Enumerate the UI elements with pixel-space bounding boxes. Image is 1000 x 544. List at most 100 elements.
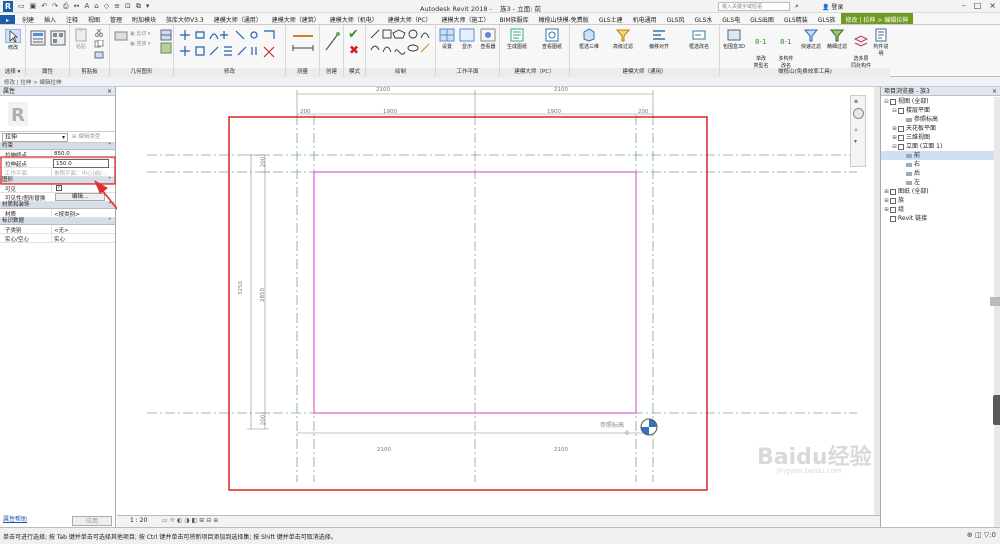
draw-tools-icons[interactable]	[369, 28, 433, 64]
tab-13[interactable]: 橄榄山快模-免费版	[534, 13, 594, 24]
search-icon[interactable]: ⌕	[795, 2, 799, 11]
tab-12[interactable]: BIM族服库	[495, 13, 534, 24]
precise-filter-button[interactable]: 精细过滤	[824, 28, 850, 50]
properties-icon[interactable]	[30, 30, 46, 46]
tab-5[interactable]: 附加模块	[127, 13, 161, 24]
join-geometry-label[interactable]: ▣ 连接 ▾	[130, 40, 150, 47]
tab-4[interactable]: 管理	[105, 13, 127, 24]
browser-node[interactable]: ⊞ 族	[881, 196, 1000, 205]
switch-windows-icon[interactable]: ⧉	[136, 2, 141, 11]
view-drawing-button[interactable]: 查看图纸	[536, 28, 568, 50]
minimize-button[interactable]: –	[962, 1, 966, 10]
view-scale[interactable]: 1 : 20	[130, 517, 147, 524]
browser-node[interactable]: ⊞ 组	[881, 205, 1000, 214]
tab-16[interactable]: GLS风	[662, 13, 690, 24]
component-desc-button[interactable]: 构件说明	[872, 28, 890, 57]
tab-0[interactable]: 创建	[17, 13, 39, 24]
3d-view-icon[interactable]: ⌂	[94, 2, 98, 10]
measure-icon[interactable]	[291, 30, 315, 56]
close-hidden-icon[interactable]: ⊡	[125, 2, 131, 10]
offset-align-button[interactable]: 偏移对齐	[644, 28, 674, 50]
chevron-down-icon[interactable]: ▾	[854, 138, 857, 145]
browser-node[interactable]: ⊟ 立面 (立面 1)	[881, 142, 1000, 151]
browser-node[interactable]: ⊟ 楼层平面	[881, 106, 1000, 115]
tab-22[interactable]: 修改 | 拉伸 > 编辑拉伸	[840, 13, 914, 24]
tab-3[interactable]: 视图	[83, 13, 105, 24]
level-name[interactable]: 参照标高	[600, 420, 624, 429]
tab-17[interactable]: GLS水	[689, 13, 717, 24]
viewer-button[interactable]: 查看器	[477, 28, 499, 50]
type-properties-icon[interactable]	[50, 30, 66, 46]
browser-node[interactable]: 后	[881, 169, 1000, 178]
generate-drawing-button[interactable]: 生成图纸	[502, 28, 532, 50]
tab-9[interactable]: 建模大师（机电）	[325, 13, 383, 24]
browser-node[interactable]: ⊞ 天花板平面	[881, 124, 1000, 133]
browser-node[interactable]: 前	[881, 151, 1000, 160]
properties-help-link[interactable]: 属性帮助	[3, 514, 27, 523]
cope-icon[interactable]	[114, 29, 128, 43]
tab-1[interactable]: 插入	[39, 13, 61, 24]
tab-11[interactable]: 建模大师（施工）	[437, 13, 495, 24]
single-type-rename-button[interactable]: 8-1 单改 类型名	[750, 28, 772, 69]
browser-node[interactable]: 左	[881, 178, 1000, 187]
status-icons[interactable]: ⊕ ◫ ▽:0	[967, 531, 996, 539]
tab-20[interactable]: GLS精装	[779, 13, 813, 24]
browser-node[interactable]: ⊟ 视图 (全部)	[881, 97, 1000, 106]
tab-19[interactable]: GLS出图	[745, 13, 779, 24]
browser-node[interactable]: Revit 链接	[881, 214, 1000, 223]
tab-8[interactable]: 建模大师（建筑）	[267, 13, 325, 24]
show-workplane-button[interactable]: 显示	[457, 28, 477, 50]
copy-icon[interactable]	[94, 40, 104, 48]
level-value[interactable]: 0	[625, 430, 629, 437]
tab-14[interactable]: GLS土建	[594, 13, 628, 24]
paint-icon[interactable]	[160, 42, 172, 54]
browser-node[interactable]: ⊞ 图纸 (全部)	[881, 187, 1000, 196]
cut-icon[interactable]	[94, 29, 104, 37]
scroll-thumb[interactable]	[990, 297, 1000, 306]
browser-node[interactable]: 参照标高	[881, 115, 1000, 124]
match-properties-icon[interactable]	[94, 51, 104, 59]
undo-icon[interactable]: ↶	[41, 2, 47, 10]
tab-2[interactable]: 注释	[61, 13, 83, 24]
close-icon[interactable]: ▪	[854, 98, 858, 105]
maximize-button[interactable]: □	[974, 1, 982, 10]
multi-rename-button[interactable]: 8-1 多构件 改名	[774, 28, 798, 69]
view-control-icons[interactable]: ▭☼◐◑◧⊞⊟⊕	[162, 517, 220, 524]
browser-scrollbar[interactable]	[994, 97, 1000, 527]
tab-10[interactable]: 建模大师（PC）	[383, 13, 437, 24]
browser-node[interactable]: 右	[881, 160, 1000, 169]
user-signin[interactable]: 👤 登录	[822, 2, 843, 11]
design-options-icon[interactable]: ◫	[975, 531, 984, 539]
redo-icon[interactable]: ↷	[52, 2, 58, 10]
tab-21[interactable]: GLS族	[813, 13, 841, 24]
tab-7[interactable]: 建模大师（通用）	[209, 13, 267, 24]
quick-filter-button[interactable]: 快速过滤	[798, 28, 824, 50]
qat-dropdown-icon[interactable]: ▾	[146, 2, 150, 10]
open-icon[interactable]: ▭	[18, 2, 25, 10]
advanced-filter-button[interactable]: 高级过滤	[608, 28, 638, 50]
cut-geometry-label[interactable]: ▣ 剪切 ▾	[130, 30, 150, 37]
box-3d-button[interactable]: 框选三维	[574, 28, 604, 50]
tab-file[interactable]: ▸	[0, 15, 16, 24]
zoom-icon[interactable]: ⌕	[854, 126, 858, 135]
modify-tools-icons[interactable]	[178, 29, 282, 63]
modify-button[interactable]: 修改	[2, 29, 24, 51]
close-icon[interactable]: ×	[992, 87, 997, 96]
level-head-icon[interactable]	[640, 418, 658, 436]
bbox3d-button[interactable]: 包围盒3D	[722, 28, 746, 50]
worksets-icon[interactable]: ⊕	[967, 531, 975, 539]
browser-node[interactable]: ⊞ 三维视图	[881, 133, 1000, 142]
paste-button[interactable]: 粘贴	[72, 28, 90, 50]
side-tab[interactable]	[993, 395, 1000, 425]
tab-18[interactable]: GLS电	[717, 13, 745, 24]
section-icon[interactable]: ◇	[104, 2, 109, 10]
set-workplane-button[interactable]: 设置	[437, 28, 457, 50]
app-menu-button[interactable]: R	[3, 1, 13, 12]
finish-edit-icon[interactable]: ✔	[348, 27, 359, 42]
frame-rename-button[interactable]: 框选改名	[682, 28, 716, 50]
panel-label-select[interactable]: 选择 ▾	[0, 68, 25, 77]
split-face-icon[interactable]	[160, 29, 172, 41]
close-button[interactable]: ×	[989, 1, 996, 10]
create-icon[interactable]	[324, 30, 340, 54]
measure-icon[interactable]: ↔	[74, 2, 80, 10]
